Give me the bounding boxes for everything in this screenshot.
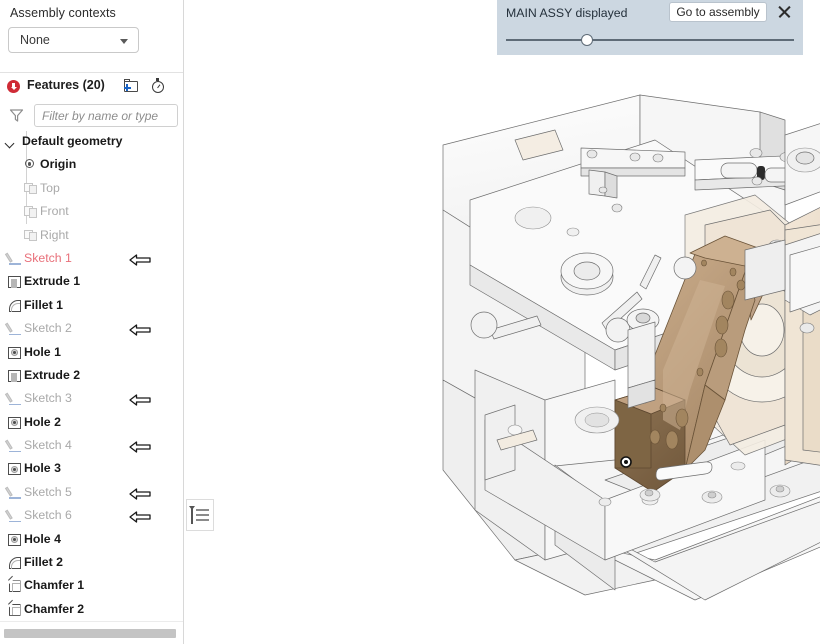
origin-icon: [24, 158, 35, 169]
tree-row-label: Top: [40, 180, 60, 195]
tree-row-label: Hole 1: [24, 344, 61, 359]
rollback-arrow-icon[interactable]: [129, 511, 151, 523]
tree-row-label: Hole 4: [24, 531, 61, 546]
close-icon[interactable]: [777, 4, 793, 20]
tree-row-hole-1[interactable]: Hole 1: [0, 342, 183, 365]
plane-icon: [24, 205, 38, 219]
hole-icon: [8, 533, 22, 547]
assembly-contexts-label: Assembly contexts: [10, 6, 116, 20]
tree-row-top[interactable]: Top: [0, 178, 183, 201]
tree-row-sketch-5[interactable]: Sketch 5: [0, 482, 183, 505]
cad-application-window: MAIN ASSY displayed Go to assembly Assem…: [0, 0, 820, 644]
plane-icon: [24, 182, 38, 196]
tree-row-default-geometry[interactable]: Default geometry: [0, 131, 183, 154]
sketch-icon: [4, 486, 22, 500]
assembly-context-select[interactable]: None: [8, 27, 139, 53]
rollback-arrow-icon[interactable]: [129, 394, 151, 406]
section-divider: [0, 72, 183, 73]
tree-row-label: Sketch 3: [24, 391, 72, 406]
tree-row-label: Fillet 1: [24, 297, 63, 312]
tree-row-label: Origin: [40, 157, 77, 172]
hole-icon: [8, 346, 22, 360]
tree-row-origin[interactable]: Origin: [0, 154, 183, 177]
tree-row-sketch-6[interactable]: Sketch 6: [0, 505, 183, 528]
funnel-icon[interactable]: [9, 108, 24, 123]
tree-row-chamfer-1[interactable]: Chamfer 1: [0, 575, 183, 598]
tree-row-label: Extrude 2: [24, 367, 81, 382]
hole-icon: [8, 416, 22, 430]
rollback-arrow-icon[interactable]: [129, 324, 151, 336]
tree-row-label: Chamfer 2: [24, 601, 85, 616]
extrude-icon: [8, 369, 22, 383]
plane-icon: [24, 229, 38, 243]
chamfer-icon: [8, 598, 22, 617]
sketch-icon: [4, 392, 22, 406]
feature-tree-sidebar: Assembly contexts None Features (20) Fil…: [0, 0, 184, 644]
tree-row-label: Right: [40, 227, 69, 242]
tree-row-label: Fillet 2: [24, 555, 63, 570]
tree-row-label: Sketch 4: [24, 438, 72, 453]
hole-icon: [8, 462, 22, 476]
tree-row-fillet-1[interactable]: Fillet 1: [0, 295, 183, 318]
vertical-bar-icon: [191, 507, 193, 524]
tree-row-sketch-3[interactable]: Sketch 3: [0, 388, 183, 411]
tree-row-fillet-2[interactable]: Fillet 2: [0, 552, 183, 575]
tree-row-sketch-1[interactable]: Sketch 1: [0, 248, 183, 271]
chevron-down-icon: [120, 39, 128, 44]
sketch-icon: [4, 322, 22, 336]
tree-row-extrude-2[interactable]: Extrude 2: [0, 365, 183, 388]
tree-row-hole-4[interactable]: Hole 4: [0, 529, 183, 552]
sketch-icon: [4, 252, 22, 266]
feature-tree-list[interactable]: Default geometry Origin Top Front Right Sketc…: [0, 131, 183, 618]
assembly-context-value: None: [20, 33, 50, 47]
tree-row-right[interactable]: Right: [0, 225, 183, 248]
go-to-assembly-button[interactable]: Go to assembly: [669, 2, 767, 22]
features-title: Features (20): [27, 78, 105, 92]
filter-input[interactable]: [34, 104, 178, 127]
tree-row-label: Sketch 6: [24, 508, 72, 523]
tree-row-label: Sketch 1: [24, 250, 72, 265]
tree-row-hole-2[interactable]: Hole 2: [0, 412, 183, 435]
tree-row-label: Hole 2: [24, 414, 61, 429]
tree-row-label: Sketch 5: [24, 484, 72, 499]
assembly-notification-banner: MAIN ASSY displayed Go to assembly: [497, 0, 803, 55]
sketch-icon: [4, 509, 22, 523]
tree-row-label: Sketch 2: [24, 321, 72, 336]
slider-track[interactable]: [506, 39, 794, 41]
tree-row-chamfer-2[interactable]: Chamfer 2: [0, 598, 183, 618]
tree-row-label: Chamfer 1: [24, 578, 85, 593]
new-folder-icon[interactable]: [122, 79, 139, 93]
fillet-icon: [8, 299, 22, 313]
tree-row-label: Extrude 1: [24, 274, 81, 289]
filter-row: [0, 104, 183, 128]
fillet-icon: [8, 556, 22, 570]
horizontal-scrollbar-thumb[interactable]: [4, 629, 176, 638]
3d-viewport[interactable]: [185, 0, 820, 644]
tree-row-front[interactable]: Front: [0, 201, 183, 224]
slider-handle[interactable]: [580, 34, 593, 46]
rollback-arrow-icon[interactable]: [129, 488, 151, 500]
tree-row-extrude-1[interactable]: Extrude 1: [0, 271, 183, 294]
extrude-icon: [8, 275, 22, 289]
tree-row-hole-3[interactable]: Hole 3: [0, 458, 183, 481]
chamfer-icon: [8, 575, 22, 593]
stopwatch-icon[interactable]: [150, 78, 166, 94]
assembly-opacity-slider[interactable]: [506, 32, 794, 48]
features-header: Features (20): [0, 78, 183, 98]
rollback-arrow-icon[interactable]: [129, 441, 151, 453]
sketch-icon: [4, 439, 22, 453]
tree-row-sketch-2[interactable]: Sketch 2: [0, 318, 183, 341]
panel-toggle-button[interactable]: [186, 499, 214, 531]
tree-row-label: Default geometry: [22, 134, 123, 148]
error-circle-icon: [7, 80, 20, 93]
tree-row-label: Hole 3: [24, 461, 61, 476]
tree-row-label: Front: [40, 204, 69, 219]
tree-row-sketch-4[interactable]: Sketch 4: [0, 435, 183, 458]
list-lines-icon: [196, 509, 209, 523]
horizontal-scrollbar[interactable]: [0, 621, 183, 644]
3d-model-canvas[interactable]: [185, 0, 820, 644]
chevron-expanded-icon[interactable]: [6, 139, 15, 148]
rollback-arrow-icon[interactable]: [129, 254, 151, 266]
banner-message: MAIN ASSY displayed: [506, 6, 628, 20]
